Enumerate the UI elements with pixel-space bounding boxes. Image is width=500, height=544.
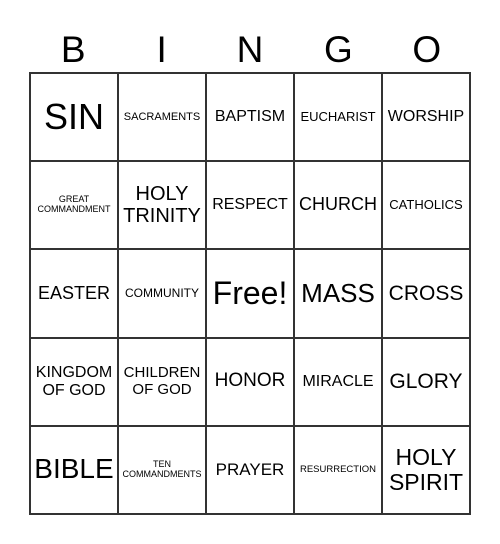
bingo-cell[interactable]: CATHOLICS	[382, 161, 470, 250]
bingo-cell[interactable]: EUCHARIST	[294, 73, 382, 162]
bingo-cell[interactable]: TEN COMMANDMENTS	[118, 425, 206, 514]
header-letter-n: N	[236, 29, 264, 70]
bingo-cell[interactable]: SIN	[30, 73, 118, 162]
bingo-cell[interactable]: CHURCH	[294, 161, 382, 250]
bingo-cell[interactable]: GREAT COMMANDMENT	[30, 161, 118, 250]
header-letter-b: B	[60, 29, 86, 70]
bingo-cell[interactable]: KINGDOM OF GOD	[30, 337, 118, 426]
bingo-cell[interactable]: PRAYER	[206, 425, 294, 514]
bingo-header: B I N G O	[29, 26, 471, 74]
header-letter-g: G	[323, 29, 353, 70]
bingo-cell[interactable]: RESURRECTION	[294, 425, 382, 514]
bingo-cell[interactable]: EASTER	[30, 249, 118, 338]
bingo-cell[interactable]: MASS	[294, 249, 382, 338]
bingo-cell[interactable]: GLORY	[382, 337, 470, 426]
bingo-cell[interactable]: CROSS	[382, 249, 470, 338]
bingo-cell[interactable]: CHILDREN OF GOD	[118, 337, 206, 426]
header-letter-i: I	[156, 29, 167, 70]
bingo-cell[interactable]: SACRAMENTS	[118, 73, 206, 162]
header-letter-o: O	[412, 29, 442, 70]
bingo-cell[interactable]: WORSHIP	[382, 73, 470, 162]
bingo-cell[interactable]: HONOR	[206, 337, 294, 426]
bingo-grid: SIN SACRAMENTS BAPTISM EUCHARIST WORSHIP GREA…	[29, 72, 471, 515]
bingo-cell[interactable]: MIRACLE	[294, 337, 382, 426]
bingo-cell[interactable]: HOLY TRINITY	[118, 161, 206, 250]
free-space-cell[interactable]: Free!	[206, 249, 294, 338]
bingo-cell[interactable]: HOLY SPIRIT	[382, 425, 470, 514]
bingo-cell[interactable]: COMMUNITY	[118, 249, 206, 338]
bingo-cell[interactable]: BAPTISM	[206, 73, 294, 162]
bingo-cell[interactable]: RESPECT	[206, 161, 294, 250]
bingo-cell[interactable]: BIBLE	[30, 425, 118, 514]
